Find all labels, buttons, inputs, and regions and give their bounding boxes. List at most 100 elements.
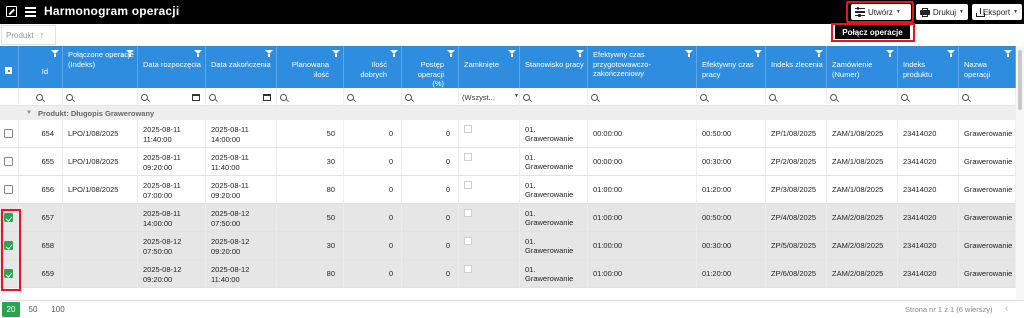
table-row[interactable]: 657 2025-08-11 14:00:00 2025-08-12 07:50:0… <box>0 204 1024 232</box>
table-row[interactable]: 655 LPO/1/08/2025 2025-08-11 09:20:00 2025-… <box>0 148 1024 176</box>
row-checkbox[interactable] <box>4 129 13 138</box>
cell-good: 0 <box>344 260 402 288</box>
sort-down-icon[interactable]: ↓ <box>120 50 124 60</box>
header-good-qty[interactable]: Ilość dobrych <box>344 46 402 88</box>
header-work-time[interactable]: Efektywny czas pracy <box>697 46 766 88</box>
calendar-icon[interactable] <box>263 94 271 101</box>
export-button[interactable]: Eksport ▼ <box>972 4 1022 20</box>
row-checkbox[interactable] <box>4 157 13 166</box>
header-start-date[interactable]: Data rozpoczęcia <box>138 46 206 88</box>
top-bar: Harmonogram operacji Utwórz ▼ Drukuj ▼ E… <box>0 0 1024 24</box>
header-operation-name[interactable]: Nazwa operacji <box>959 46 1016 88</box>
row-checkbox[interactable] <box>4 241 13 250</box>
hamburger-menu-icon[interactable] <box>25 7 36 17</box>
header-linked[interactable]: Połączone operacje (Indeks) ↓ <box>63 46 138 88</box>
filter-product-index[interactable] <box>898 88 959 106</box>
filter-icon[interactable] <box>754 50 762 57</box>
header-order-index[interactable]: Indeks zlecenia <box>766 46 827 88</box>
filter-id[interactable] <box>19 88 63 106</box>
header-closed[interactable]: Zamknięte <box>459 46 520 88</box>
row-checkbox[interactable] <box>4 185 13 194</box>
filter-linked[interactable] <box>63 88 138 106</box>
header-product-index[interactable]: Indeks produktu <box>898 46 959 88</box>
filter-order-number[interactable] <box>827 88 898 106</box>
collapse-icon[interactable]: ▼ <box>26 110 32 116</box>
filter-workstation[interactable] <box>520 88 588 106</box>
header-workstation[interactable]: Stanowisko pracy <box>520 46 588 88</box>
row-checkbox[interactable] <box>4 213 13 222</box>
cell-worktime: 01:20:00 <box>697 176 766 204</box>
page-size-20[interactable]: 20 <box>2 302 20 317</box>
filter-icon[interactable] <box>576 50 584 57</box>
cell-order-index: ZP/2/08/2025 <box>766 148 827 176</box>
cell-linked: LPO/1/08/2025 <box>63 148 138 176</box>
page-size-100[interactable]: 100 <box>46 302 70 317</box>
filter-icon[interactable] <box>815 50 823 57</box>
cell-worktime: 00:50:00 <box>697 120 766 148</box>
filter-icon[interactable] <box>332 50 340 57</box>
header-id[interactable]: Id <box>19 46 63 88</box>
filter-icon[interactable] <box>886 50 894 57</box>
filter-order-index[interactable] <box>766 88 827 106</box>
print-button[interactable]: Drukuj ▼ <box>916 4 968 20</box>
sliders-icon <box>855 7 865 17</box>
table-row[interactable]: 659 2025-08-12 09:20:00 2025-08-12 11:40:0… <box>0 260 1024 288</box>
cell-id: 656 <box>19 176 63 204</box>
cell-worktime: 00:30:00 <box>697 148 766 176</box>
table-row[interactable]: 658 2025-08-12 07:50:00 2025-08-12 09:20:0… <box>0 232 1024 260</box>
cell-op-name: Grawerowanie <box>959 204 1016 232</box>
search-icon <box>591 93 598 101</box>
cell-id: 654 <box>19 120 63 148</box>
group-row[interactable]: ▼ Produkt: Długopis Grawerowany <box>0 106 1024 120</box>
cell-setup: 01:00:00 <box>588 204 697 232</box>
vertical-scrollbar[interactable] <box>1016 46 1024 300</box>
cell-progress: 0 <box>402 260 459 288</box>
group-chip-product[interactable]: Produkt ↑ <box>1 25 56 45</box>
filter-icon[interactable] <box>1004 50 1012 57</box>
filter-good-qty[interactable] <box>344 88 402 106</box>
closed-checkbox <box>464 181 472 189</box>
filter-icon[interactable] <box>447 50 455 57</box>
header-setup-time[interactable]: Efektywny czas przygotowawczo-zakończeni… <box>588 46 697 88</box>
app-icon[interactable] <box>6 6 17 17</box>
header-end-date[interactable]: Data zakończenia <box>206 46 277 88</box>
filter-icon[interactable] <box>390 50 398 57</box>
search-icon <box>280 93 287 101</box>
calendar-icon[interactable] <box>192 94 200 101</box>
header-select-all[interactable] <box>0 46 19 88</box>
filter-start-date[interactable] <box>138 88 206 106</box>
filter-icon[interactable] <box>508 50 516 57</box>
header-planned-qty[interactable]: Planowana ilość <box>277 46 344 88</box>
filter-progress[interactable] <box>402 88 459 106</box>
cell-linked <box>63 204 138 232</box>
cell-linked <box>63 232 138 260</box>
cell-order-index: ZP/1/08/2025 <box>766 120 827 148</box>
filter-work-time[interactable] <box>697 88 766 106</box>
row-checkbox[interactable] <box>4 269 13 278</box>
filter-icon[interactable] <box>265 50 273 57</box>
filter-icon[interactable] <box>947 50 955 57</box>
table-row[interactable]: 654 LPO/1/08/2025 2025-08-11 11:40:00 2025-… <box>0 120 1024 148</box>
filter-operation-name[interactable] <box>959 88 1016 106</box>
filter-closed-select[interactable]: (Wszyst... ▼ <box>459 88 520 106</box>
filter-icon[interactable] <box>126 50 134 57</box>
select-all-checkbox[interactable] <box>5 67 12 74</box>
filter-icon[interactable] <box>685 50 693 57</box>
page-size-50[interactable]: 50 <box>24 302 42 317</box>
header-order-number[interactable]: Zamówienie (Numer) <box>827 46 898 88</box>
chevron-left-icon[interactable]: ‹ <box>1005 303 1008 314</box>
header-progress[interactable]: Postęp operacji (%) <box>402 46 459 88</box>
table-row[interactable]: 656 LPO/1/08/2025 2025-08-11 07:00:00 2025-… <box>0 176 1024 204</box>
filter-icon[interactable] <box>194 50 202 57</box>
create-button[interactable]: Utwórz ▼ <box>851 4 911 20</box>
row-select-cell <box>0 176 19 204</box>
merge-operations-menu-item[interactable]: Połącz operacje <box>835 25 910 39</box>
filter-setup-time[interactable] <box>588 88 697 106</box>
filter-planned-qty[interactable] <box>277 88 344 106</box>
header-label: Ilość dobrych <box>360 60 387 79</box>
closed-cell <box>459 204 520 232</box>
cell-order-no: ZAM/2/08/2025 <box>827 232 898 260</box>
cell-planned: 30 <box>277 148 344 176</box>
filter-icon[interactable] <box>51 50 59 57</box>
filter-end-date[interactable] <box>206 88 277 106</box>
